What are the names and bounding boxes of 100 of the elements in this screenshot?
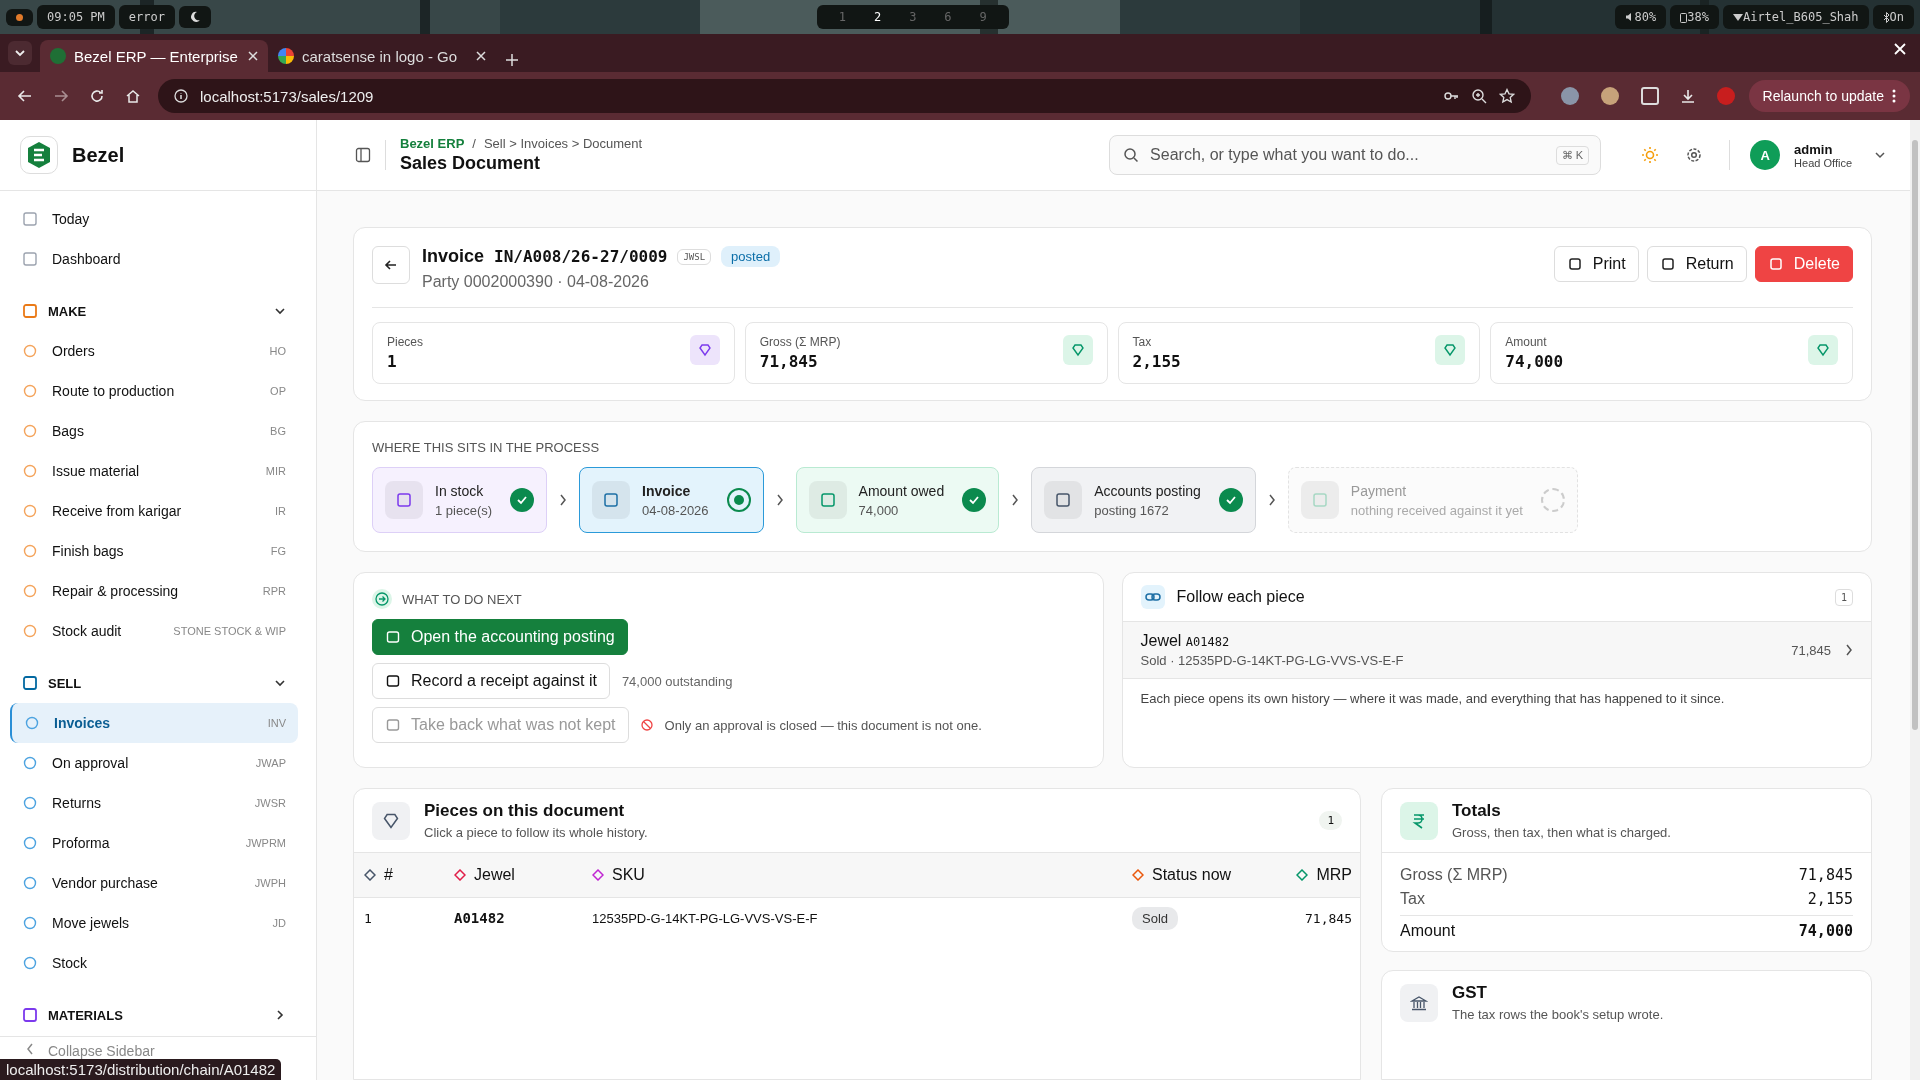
sidebar-item[interactable]: Repair & processing RPR: [10, 571, 298, 611]
sidebar-item[interactable]: Finish bags FG: [10, 531, 298, 571]
piece-code: A01482: [1185, 635, 1230, 649]
sidebar-item[interactable]: On approval JWAP: [10, 743, 298, 783]
series-tag: JWSL: [677, 248, 712, 265]
reload-icon[interactable]: [89, 88, 105, 104]
sidebar-item[interactable]: Proforma JWPRM: [10, 823, 298, 863]
print-button[interactable]: Print: [1553, 246, 1639, 282]
total-label: Amount: [1400, 922, 1456, 940]
brand-name: Bezel: [72, 143, 125, 167]
help-text: Each piece opens its own history — where it was made, and everything that has happened to it since.: [1139, 690, 1726, 708]
circle-icon: [22, 583, 38, 599]
return-button[interactable]: Return: [1646, 246, 1747, 282]
delete-button[interactable]: Delete: [1754, 246, 1853, 282]
chevron-down-icon: [14, 47, 26, 59]
circle-icon: [22, 463, 38, 479]
close-icon[interactable]: [248, 51, 258, 61]
breadcrumb-separator: /: [472, 136, 476, 151]
chevron-down-icon[interactable]: [1874, 149, 1886, 161]
sidebar-item[interactable]: Orders HO: [10, 331, 298, 371]
home-icon[interactable]: [125, 88, 141, 104]
user-avatar[interactable]: A: [1750, 140, 1781, 170]
sidebar-item[interactable]: Stock: [10, 943, 298, 983]
column-header: SKU: [592, 866, 1132, 884]
circle-icon: [22, 915, 38, 931]
check-icon: [962, 488, 987, 512]
moon-icon[interactable]: [178, 6, 211, 28]
bluetooth-icon: [1882, 11, 1890, 23]
download-icon[interactable]: [1679, 88, 1696, 104]
battery-indicator[interactable]: 38%: [1670, 5, 1719, 29]
circle-icon: [22, 503, 38, 519]
volume-indicator[interactable]: 80%: [1614, 5, 1667, 29]
card-subtitle: Click a piece to follow its whole history.: [424, 825, 649, 840]
table-cell-text: 12535PD-G-14KT-PG-LG-VVS-VS-E-F: [592, 910, 819, 926]
total-value: 2,155: [1807, 890, 1853, 908]
column-icon: [592, 869, 604, 881]
status-badge: Sold: [1132, 906, 1179, 930]
sidebar-item[interactable]: Route to production OP: [10, 371, 298, 411]
back-button[interactable]: [372, 246, 410, 284]
close-icon[interactable]: [476, 51, 486, 61]
breadcrumb-link[interactable]: Bezel ERP: [400, 136, 465, 151]
action-button[interactable]: Open the accounting posting: [372, 619, 628, 655]
user-location: Head Office: [1794, 156, 1852, 169]
section-header[interactable]: MATERIALS: [10, 995, 298, 1035]
zoom-icon[interactable]: [1470, 88, 1487, 104]
back-icon[interactable]: [17, 88, 33, 104]
section-header[interactable]: SELL: [10, 663, 298, 703]
sidebar-item[interactable]: Invoices INV: [10, 703, 298, 743]
sidebar-item[interactable]: Dashboard: [10, 239, 298, 279]
piece-label: Jewel: [1140, 632, 1182, 649]
table-cell-text: 71,845: [1304, 910, 1352, 926]
action-button[interactable]: Record a receipt against it: [372, 663, 610, 699]
extension-icon[interactable]: [1600, 87, 1619, 105]
circle-icon: [24, 715, 40, 731]
shield-icon[interactable]: [1560, 87, 1579, 105]
sidebar-item[interactable]: Receive from karigar IR: [10, 491, 298, 531]
sidebar-toggle-icon[interactable]: [355, 140, 386, 170]
piece-row[interactable]: Jewel A01482 Sold · 12535PD-G-14KT-PG-LG-VVS-VS-E-F 71,845: [1122, 622, 1871, 679]
circle-icon: [22, 755, 38, 771]
stat-value: 1: [387, 352, 398, 371]
section-header[interactable]: MAKE: [10, 291, 298, 331]
info-icon[interactable]: [174, 89, 188, 103]
scrollbar[interactable]: [1912, 140, 1918, 730]
workspace-tab[interactable]: 2: [859, 8, 896, 26]
sidebar-item[interactable]: Vendor purchase JWPH: [10, 863, 298, 903]
bluetooth-indicator[interactable]: On: [1872, 5, 1914, 29]
stat-value: 71,845: [759, 352, 819, 371]
stat-label: Gross (Σ MRP): [759, 335, 841, 349]
piece-detail: Sold · 12535PD-G-14KT-PG-LG-VVS-VS-E-F: [1140, 653, 1405, 668]
chevron-left-icon[interactable]: [26, 1043, 34, 1055]
collapse-sidebar-button[interactable]: Collapse Sidebar: [48, 1043, 155, 1059]
column-icon: [454, 869, 466, 881]
puzzle-icon[interactable]: [1640, 87, 1659, 105]
browser-tab[interactable]: Bezel ERP — Enterprise: [40, 40, 268, 72]
link-icon: [1140, 585, 1165, 609]
relaunch-button[interactable]: Relaunch to update: [1748, 80, 1910, 112]
sidebar-item[interactable]: Stock audit STONE STOCK & WIP: [10, 611, 298, 651]
sidebar-item[interactable]: Bags BG: [10, 411, 298, 451]
sidebar-item[interactable]: Today: [10, 199, 298, 239]
address-bar[interactable]: localhost:5173/sales/1209: [158, 79, 1531, 113]
stat-value: 74,000: [1505, 352, 1564, 371]
process-step: Payment nothing received against it yet: [1287, 467, 1578, 533]
logo-icon: [20, 136, 58, 174]
sidebar-item[interactable]: Issue material MIR: [10, 451, 298, 491]
status-label: error: [118, 5, 175, 29]
circle-icon: [22, 423, 38, 439]
stat-value: 2,155: [1132, 352, 1181, 371]
plus-icon[interactable]: [506, 54, 518, 66]
network-indicator[interactable]: Airtel_B605_Shah: [1722, 5, 1869, 29]
process-step: Accounts posting posting 1672: [1031, 467, 1256, 533]
action-note: 74,000 outstanding: [621, 673, 733, 689]
browser-tab[interactable]: caratsense in logo - Go: [268, 40, 496, 72]
link-preview: localhost:5173/distribution/chain/A01482: [0, 1059, 282, 1080]
sidebar-item[interactable]: Move jewels JD: [10, 903, 298, 943]
tab-list-button[interactable]: [8, 41, 32, 65]
star-icon[interactable]: [1498, 88, 1515, 104]
total-value: 74,000: [1798, 922, 1853, 940]
chevron-right-icon: [274, 1009, 286, 1021]
forward-icon[interactable]: [53, 88, 69, 104]
sidebar-item[interactable]: Returns JWSR: [10, 783, 298, 823]
